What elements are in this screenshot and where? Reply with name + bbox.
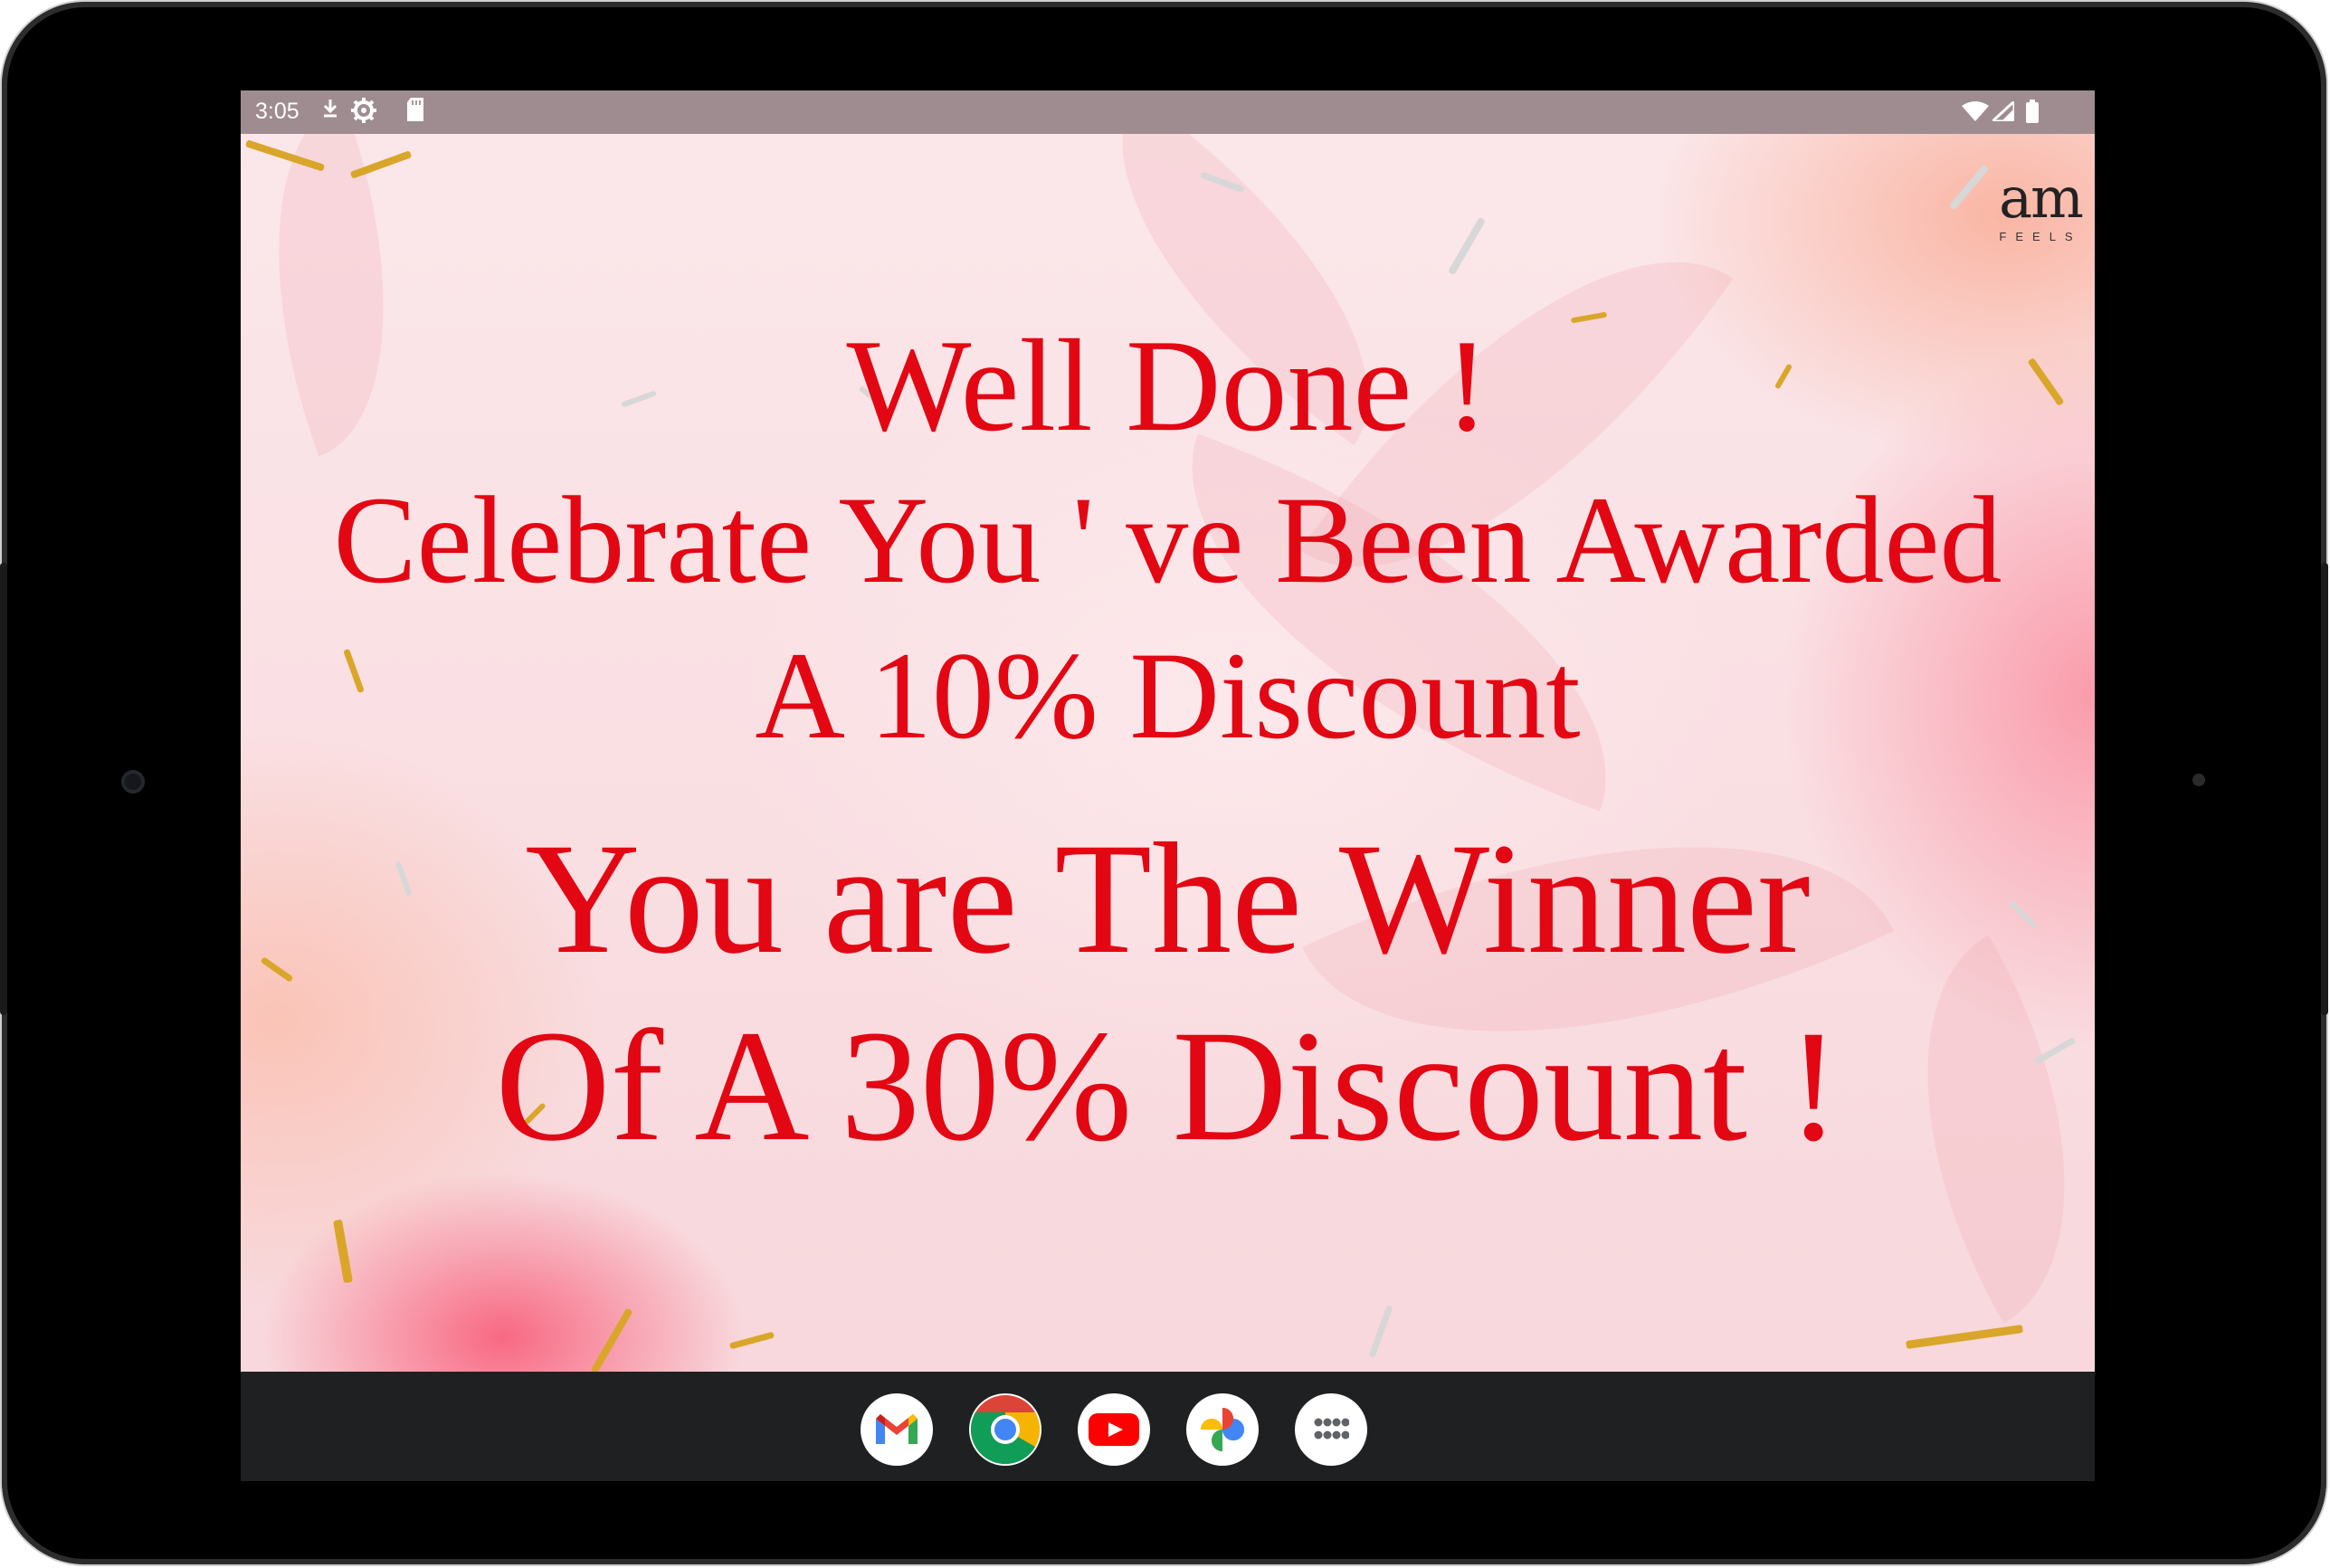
battery-icon [2025, 100, 2040, 129]
sd-card-icon [405, 96, 425, 129]
confetti-gold [332, 1219, 354, 1284]
photos-icon[interactable] [1186, 1393, 1259, 1466]
cell-signal-icon [1989, 98, 2016, 128]
chrome-icon[interactable] [969, 1393, 1041, 1466]
gmail-icon[interactable] [861, 1393, 933, 1466]
status-bar: 3:05 [241, 90, 2095, 134]
tablet-frame: 3:05 am FEELS Well Done ! Celebrate You … [0, 2, 2328, 1564]
status-time: 3:05 [255, 99, 300, 124]
headline-10-discount: A 10% Discount [755, 626, 1581, 765]
wifi-icon [1962, 101, 1989, 128]
confetti-silver [1448, 216, 1486, 276]
confetti-gold [1906, 1324, 2023, 1350]
brand-logo-main: am [1999, 165, 2084, 231]
brand-logo: am FEELS [1986, 165, 2095, 244]
confetti-silver [1368, 1305, 1393, 1358]
confetti-gold [728, 1331, 775, 1350]
download-icon [320, 96, 340, 129]
promo-wallpaper: am FEELS Well Done ! Celebrate You ' ve … [241, 134, 2095, 1372]
app-drawer-icon[interactable] [1295, 1393, 1367, 1466]
side-edge-right [2321, 563, 2328, 1015]
headline-winner: You are The Winner [525, 811, 1811, 987]
headline-well-done: Well Done ! [846, 312, 1489, 459]
front-camera [121, 770, 145, 794]
youtube-icon[interactable] [1078, 1393, 1150, 1466]
settings-icon [349, 96, 378, 131]
headline-celebrate: Celebrate You ' ve Been Awarded [333, 470, 2002, 609]
confetti-silver [1948, 164, 1990, 211]
side-edge-left [0, 563, 7, 1015]
brand-logo-sub: FEELS [1999, 230, 2082, 243]
confetti-gold [590, 1307, 633, 1372]
sensor-dot [2192, 774, 2205, 786]
taskbar-dock [241, 1372, 2095, 1481]
headline-30-discount: Of A 30% Discount ! [495, 998, 1840, 1174]
screen: 3:05 am FEELS Well Done ! Celebrate You … [241, 90, 2095, 1481]
